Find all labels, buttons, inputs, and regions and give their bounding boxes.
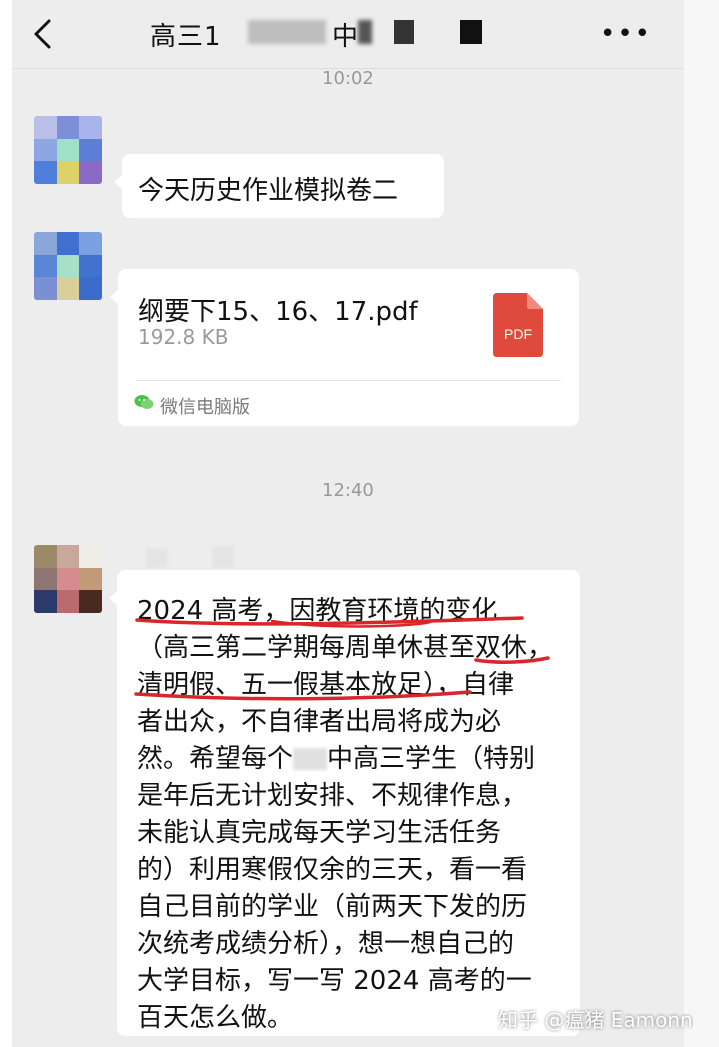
pdf-file-icon: PDF	[493, 293, 543, 357]
message-line: 是年后无计划安排、不规律作息，	[137, 781, 528, 811]
message-line: （高三第二学期每周单休甚至双休，	[137, 633, 554, 663]
avatar[interactable]	[34, 545, 102, 613]
zhihu-watermark: 知乎 @瘟猪 Eamonn	[498, 1008, 693, 1032]
chat-title: 高三1	[150, 16, 222, 53]
file-size: 192.8 KB	[138, 325, 229, 349]
message-line: 者出众，不自律者出局将成为必	[137, 707, 502, 737]
more-button[interactable]: •••	[600, 19, 650, 49]
message-line: 百天怎么做。	[137, 1003, 294, 1033]
message-line: 然。希望每个 中高三学生（特别	[137, 738, 535, 775]
title-redaction	[358, 20, 372, 44]
message-bubble[interactable]: 今天历史作业模拟卷二	[114, 154, 444, 218]
wechat-icon	[134, 395, 154, 409]
message-line: 大学目标，写一写 2024 高考的一	[137, 966, 532, 996]
pdf-type-label: PDF	[504, 326, 532, 342]
chevron-left-icon	[34, 19, 51, 49]
page-edge	[684, 0, 719, 1047]
file-message[interactable]: 纲要下15、16、17.pdf 192.8 KB PDF 微信电脑版	[110, 269, 579, 426]
timestamp-middle: 12:40	[322, 480, 374, 501]
message-text: 今天历史作业模拟卷二	[138, 176, 399, 206]
timestamp-top: 10:02	[322, 68, 374, 89]
file-name: 纲要下15、16、17.pdf	[138, 297, 418, 327]
file-divider	[136, 380, 561, 381]
more-icon: •••	[600, 19, 653, 49]
chat-title-tail: 中	[332, 22, 360, 52]
sender-name-redaction	[146, 548, 168, 568]
message-bubble[interactable]: 2024 高考，因教育环境的变化 （高三第二学期每周单休甚至双休， 清明假、五一…	[109, 570, 580, 1036]
title-redaction	[394, 20, 414, 44]
chat-title-text: 高三1	[150, 22, 222, 52]
message-line: 自己目前的学业（前两天下发的历	[137, 892, 528, 922]
back-button[interactable]	[22, 16, 62, 52]
title-redaction	[248, 20, 326, 44]
message-line: 清明假、五一假基本放足），自律	[137, 670, 515, 700]
avatar[interactable]	[34, 116, 102, 184]
file-source-label: 微信电脑版	[160, 397, 250, 418]
sender-name-redaction	[212, 546, 234, 568]
message-line-tail: 中高三学生（特别	[327, 744, 536, 774]
title-redaction	[460, 20, 482, 44]
school-name-redaction	[293, 748, 328, 770]
message-line: 未能认真完成每天学习生活任务	[137, 818, 502, 848]
message-line: 2024 高考，因教育环境的变化	[137, 596, 498, 626]
message-line: 次统考成绩分析），想一想自己的	[137, 929, 515, 959]
message-line-head: 然。希望每个	[137, 744, 294, 774]
avatar[interactable]	[34, 232, 102, 300]
message-line: 的）利用寒假仅余的三天，看一看	[137, 855, 528, 885]
